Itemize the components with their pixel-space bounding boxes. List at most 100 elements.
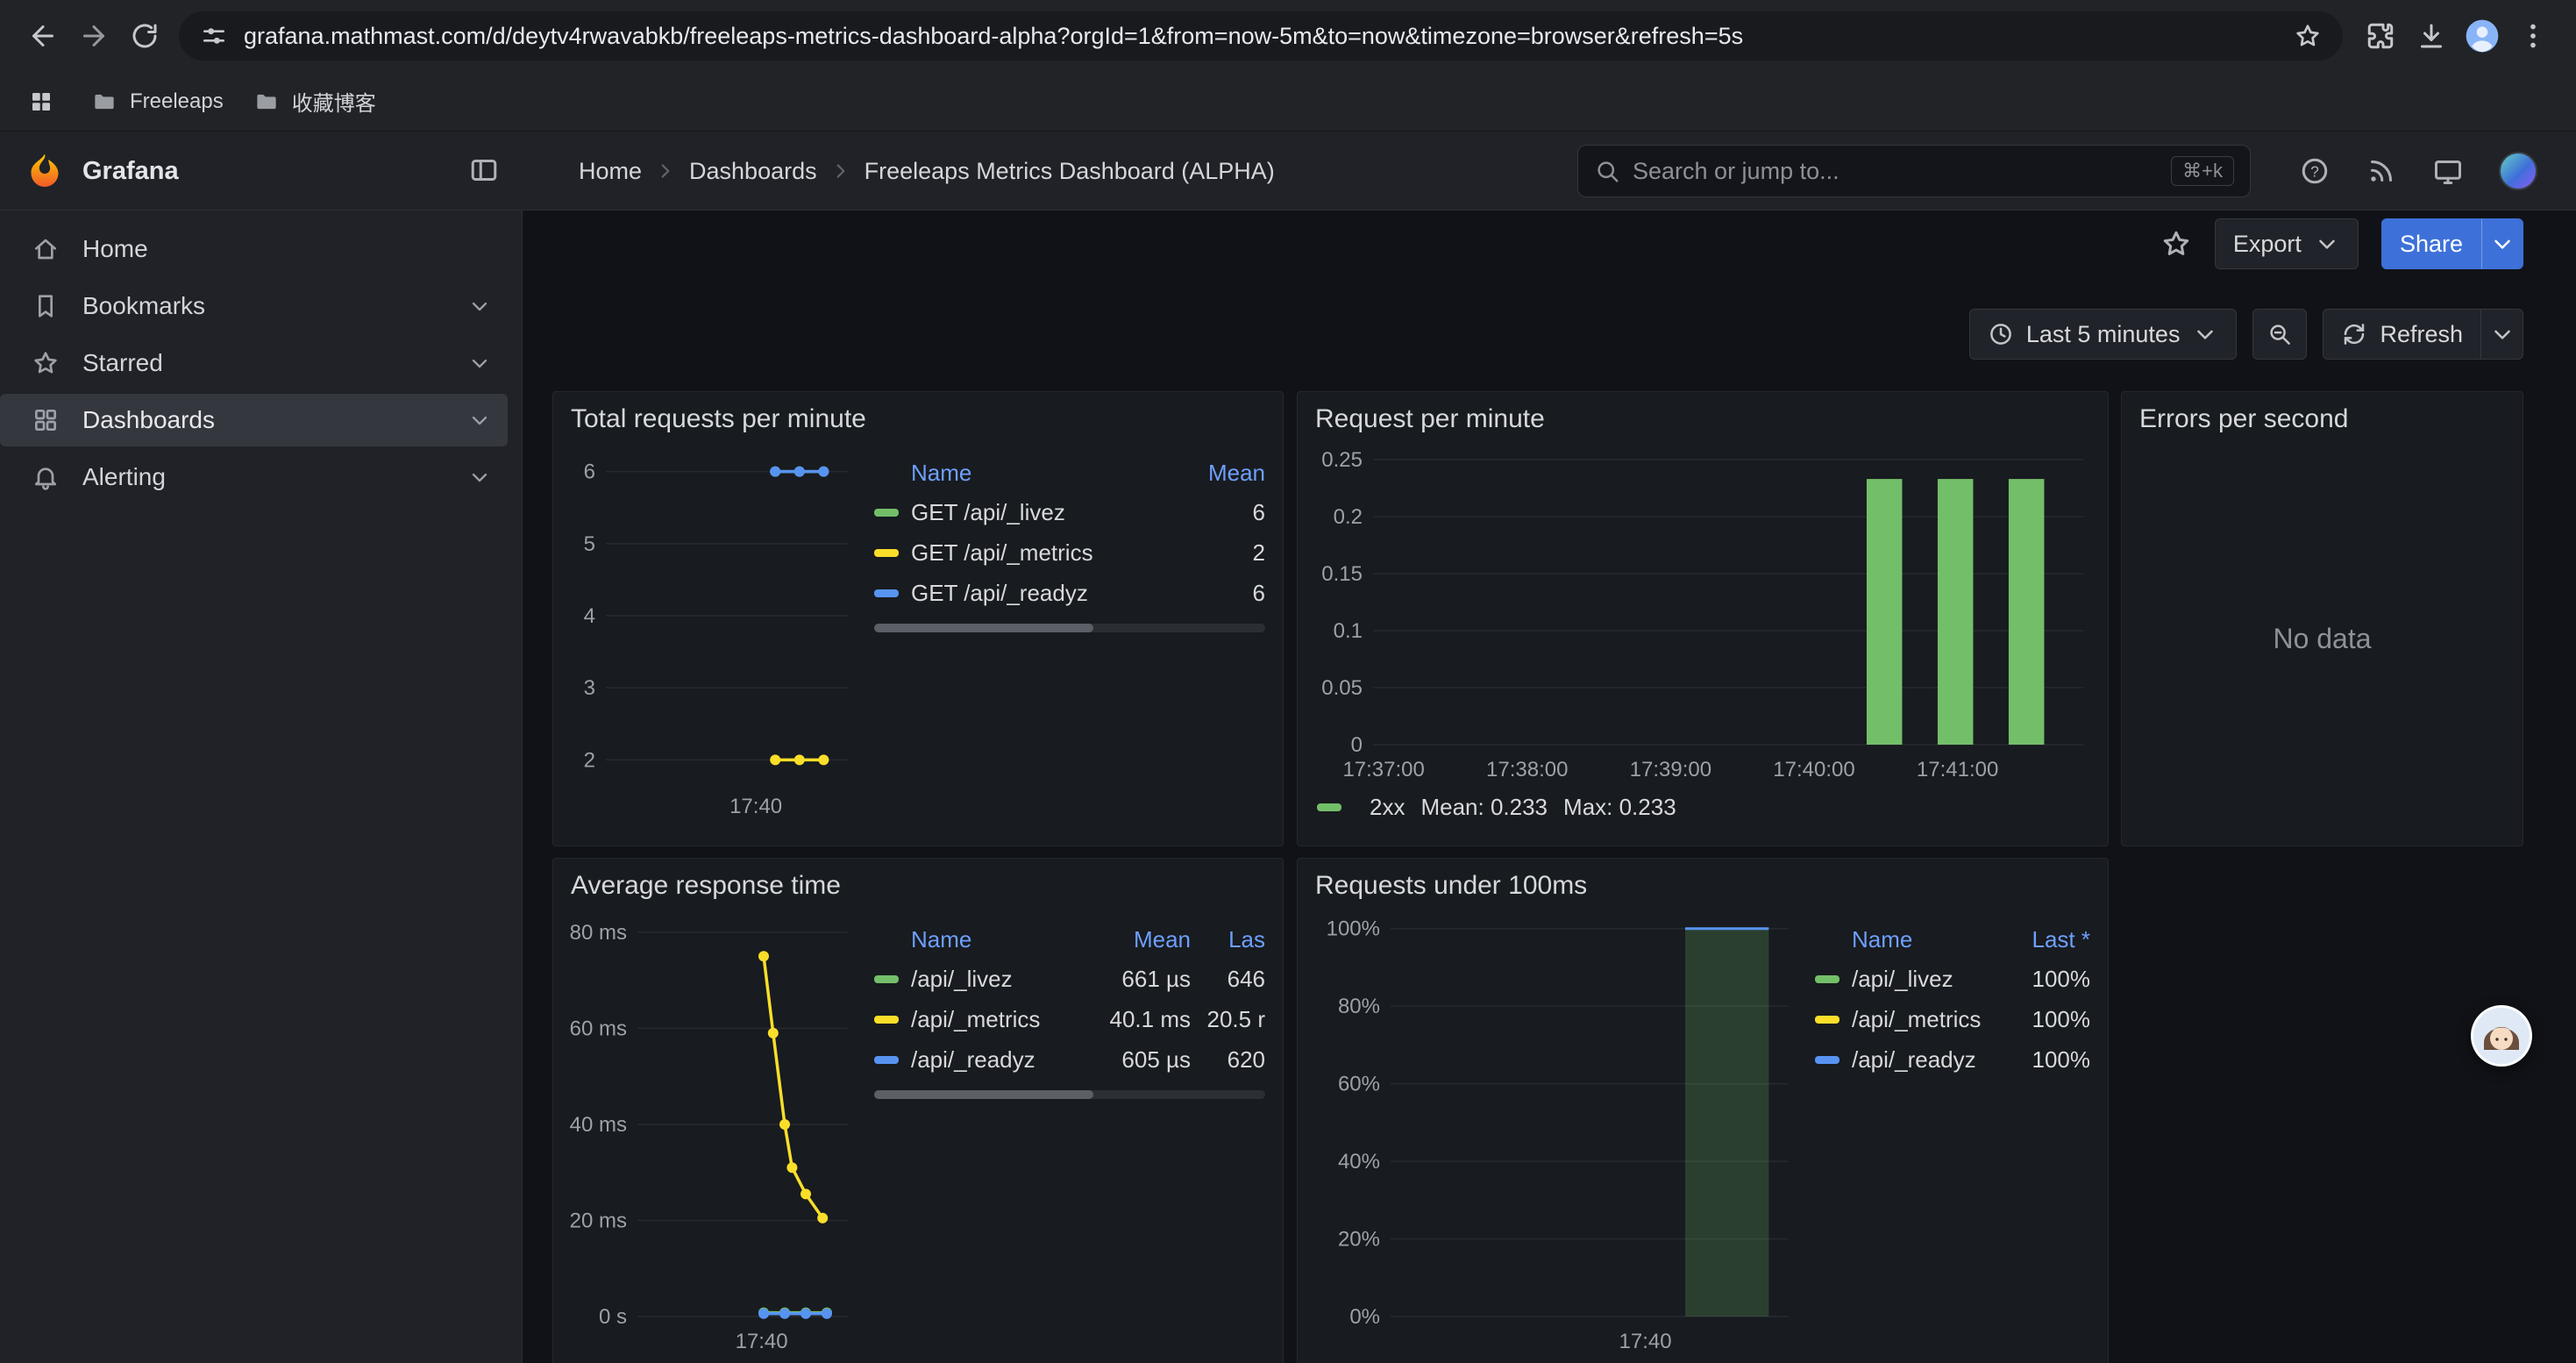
legend-scrollbar-thumb[interactable] — [874, 1090, 1093, 1099]
time-range-button[interactable]: Last 5 minutes — [1969, 309, 2238, 360]
legend-row[interactable]: /api/_metrics100% — [1815, 999, 2090, 1039]
bar-chart[interactable]: 00.050.10.150.20.2517:37:0017:38:0017:39… — [1310, 438, 2097, 789]
legend-name-cell[interactable]: /api/_livez — [1815, 966, 1994, 993]
svg-text:17:39:00: 17:39:00 — [1630, 758, 1711, 781]
chevron-down-icon[interactable] — [467, 294, 492, 318]
bookmark-item-blog[interactable]: 收藏博客 — [253, 86, 376, 117]
legend-name-cell[interactable]: /api/_readyz — [1815, 1046, 1994, 1074]
legend-column-header[interactable]: Mean — [1169, 460, 1265, 487]
downloads-button[interactable] — [2406, 11, 2457, 61]
legend-swatch — [1815, 975, 1839, 983]
share-dropdown-button[interactable] — [2481, 218, 2523, 269]
sidebar-item-bookmarks[interactable]: Bookmarks — [0, 280, 508, 332]
bar-chart[interactable]: 0%20%40%60%80%100%17:40 — [1310, 904, 1801, 1362]
legend-column-header[interactable]: Las — [1191, 926, 1265, 953]
share-button[interactable]: Share — [2381, 218, 2481, 269]
floating-assistant-avatar[interactable] — [2471, 1005, 2532, 1067]
svg-text:2: 2 — [584, 748, 595, 772]
sidebar-item-starred[interactable]: Starred — [0, 337, 508, 389]
chevron-down-icon[interactable] — [467, 351, 492, 375]
legend-swatch — [874, 1056, 899, 1064]
legend-name-cell[interactable]: GET /api/_metrics — [874, 539, 1169, 567]
sidebar-item-dashboards[interactable]: Dashboards — [0, 394, 508, 446]
sidebar-item-label: Bookmarks — [82, 292, 205, 320]
svg-text:0 s: 0 s — [599, 1305, 627, 1329]
legend-column-header[interactable]: Name — [874, 460, 1169, 487]
svg-text:6: 6 — [584, 460, 595, 484]
share-label: Share — [2400, 231, 2463, 258]
panel-title[interactable]: Total requests per minute — [553, 392, 1283, 436]
legend-name-cell[interactable]: GET /api/_livez — [874, 499, 1169, 526]
search-input[interactable] — [1633, 158, 2159, 185]
legend-row[interactable]: GET /api/_livez6 — [874, 492, 1265, 532]
legend-scrollbar-thumb[interactable] — [874, 624, 1093, 632]
panel-title[interactable]: Requests under 100ms — [1298, 859, 2108, 903]
back-button[interactable] — [18, 11, 68, 61]
svg-text:17:41:00: 17:41:00 — [1917, 758, 1998, 781]
legend-row[interactable]: /api/_livez100% — [1815, 959, 2090, 999]
folder-icon — [253, 89, 280, 115]
legend-stat: Max: 0.233 — [1563, 794, 1676, 821]
legend-row[interactable]: /api/_readyz100% — [1815, 1039, 2090, 1080]
legend-column-header[interactable]: Name — [874, 926, 1059, 953]
legend-column-header[interactable]: Mean — [1059, 926, 1191, 953]
legend-scrollbar[interactable] — [874, 624, 1265, 632]
timeseries-chart[interactable]: 0 s20 ms40 ms60 ms80 ms17:40 — [566, 904, 860, 1362]
legend-row[interactable]: /api/_readyz605 µs620 — [874, 1039, 1265, 1080]
legend-row[interactable]: /api/_metrics40.1 ms20.5 r — [874, 999, 1265, 1039]
news-rss-icon[interactable] — [2366, 155, 2397, 187]
legend-value-cell: 2 — [1169, 539, 1265, 567]
search-box[interactable]: ⌘+k — [1577, 145, 2251, 197]
zoom-out-button[interactable] — [2252, 309, 2307, 360]
bookmark-star-icon[interactable] — [2294, 22, 2322, 50]
refresh-button-group: Refresh — [2323, 309, 2523, 360]
legend-row[interactable]: /api/_livez661 µs646 — [874, 959, 1265, 999]
panel-title[interactable]: Errors per second — [2122, 392, 2523, 436]
legend-row[interactable]: GET /api/_readyz6 — [874, 573, 1265, 613]
extensions-button[interactable] — [2355, 11, 2406, 61]
legend-header: NameMeanLas — [874, 920, 1265, 959]
favorite-star-icon[interactable] — [2160, 228, 2192, 260]
legend-swatch — [1317, 803, 1341, 811]
refresh-button[interactable]: Refresh — [2323, 309, 2481, 360]
tv-mode-icon[interactable] — [2432, 155, 2464, 187]
forward-button[interactable] — [68, 11, 119, 61]
browser-menu-button[interactable] — [2508, 11, 2558, 61]
apps-button[interactable] — [21, 82, 61, 122]
bookmark-item-freeleaps[interactable]: Freeleaps — [91, 89, 224, 115]
bookmark-label: Freeleaps — [130, 89, 224, 114]
legend-value-cell: 100% — [1994, 1006, 2090, 1033]
legend-name-cell[interactable]: /api/_metrics — [1815, 1006, 1994, 1033]
dock-menu-button[interactable] — [468, 154, 500, 186]
profile-button[interactable] — [2457, 11, 2508, 61]
chevron-down-icon[interactable] — [467, 465, 492, 489]
refresh-interval-dropdown[interactable] — [2481, 309, 2523, 360]
timeseries-chart[interactable]: 2345617:40 — [566, 438, 860, 824]
panel-title[interactable]: Request per minute — [1298, 392, 2108, 436]
sidebar-item-home[interactable]: Home — [0, 223, 508, 275]
reload-button[interactable] — [119, 11, 170, 61]
chevron-down-icon[interactable] — [467, 408, 492, 432]
grafana-logo[interactable] — [25, 151, 65, 191]
legend-scrollbar[interactable] — [874, 1090, 1265, 1099]
legend-name-cell[interactable]: /api/_metrics — [874, 1006, 1059, 1033]
user-avatar[interactable] — [2499, 152, 2537, 190]
breadcrumb-home[interactable]: Home — [579, 158, 642, 185]
panel-title[interactable]: Average response time — [553, 859, 1283, 903]
legend-row[interactable]: GET /api/_metrics2 — [874, 532, 1265, 573]
legend-column-header[interactable]: Name — [1815, 926, 1994, 953]
legend-name-cell[interactable]: GET /api/_readyz — [874, 580, 1169, 607]
legend-name-cell[interactable]: /api/_livez — [874, 966, 1059, 993]
legend-series-label[interactable]: 2xx — [1370, 794, 1405, 821]
export-button[interactable]: Export — [2215, 218, 2359, 269]
legend-swatch — [874, 589, 899, 597]
help-icon[interactable] — [2299, 155, 2330, 187]
site-settings-icon[interactable] — [200, 22, 228, 50]
legend-name-cell[interactable]: /api/_readyz — [874, 1046, 1059, 1074]
refresh-icon — [2341, 321, 2367, 347]
address-bar[interactable]: grafana.mathmast.com/d/deytv4rwavabkb/fr… — [179, 11, 2343, 61]
sidebar-item-alerting[interactable]: Alerting — [0, 451, 508, 503]
share-button-group: Share — [2381, 218, 2523, 269]
legend-column-header[interactable]: Last * — [1994, 926, 2090, 953]
breadcrumb-dashboards[interactable]: Dashboards — [689, 158, 817, 185]
